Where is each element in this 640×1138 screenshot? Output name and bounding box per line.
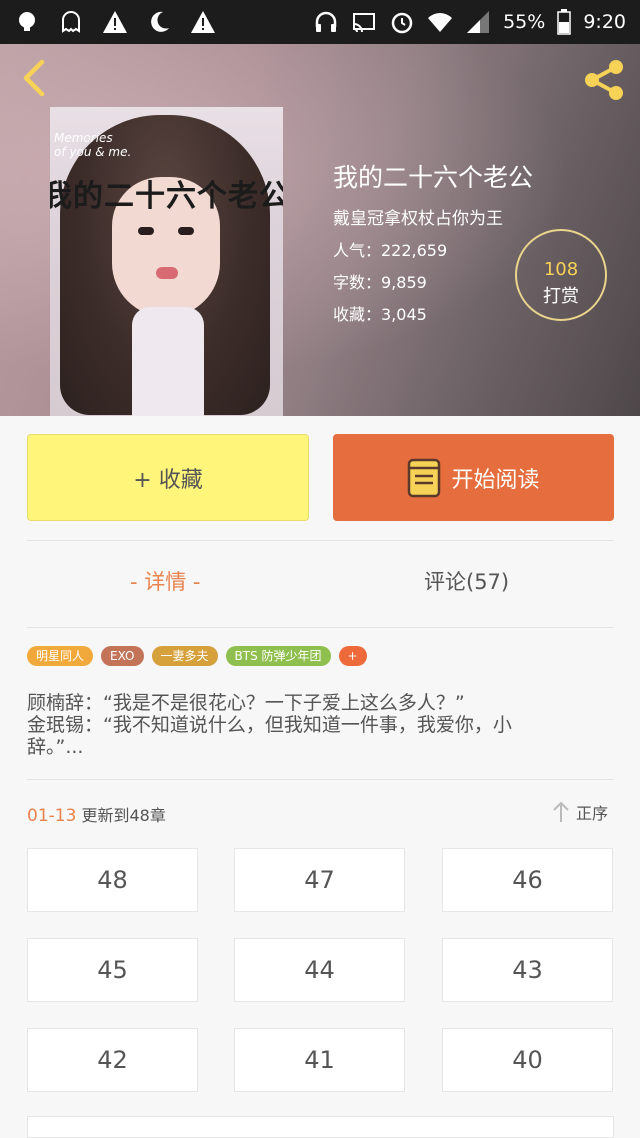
reward-button[interactable]: 108 打赏 <box>515 229 607 321</box>
reward-count: 108 <box>543 259 579 280</box>
chapter-button[interactable]: 44 <box>234 938 405 1002</box>
update-date: 01-13 <box>27 806 77 826</box>
chapter-button[interactable]: 45 <box>27 938 198 1002</box>
headphones-icon <box>315 11 337 32</box>
synopsis-line: 金珉锡：“我不知道说什么，但我知道一件事，我爱你，小 <box>27 714 512 736</box>
chapter-button[interactable]: 43 <box>442 938 613 1002</box>
add-to-favorites-button[interactable]: + 收藏 <box>27 434 309 521</box>
sort-order-label: 正序 <box>576 804 609 823</box>
signal-icon <box>467 11 490 33</box>
chapter-button[interactable]: 41 <box>234 1028 405 1092</box>
book-favorites: 收藏：3,045 <box>333 305 427 324</box>
battery-icon <box>557 9 572 35</box>
alarm-icon <box>391 12 413 34</box>
cover-title-text: 我的二十六个老公 <box>50 179 283 214</box>
tag-chip[interactable]: 一妻多夫 <box>151 646 218 666</box>
tag-chip[interactable]: BTS 防弹少年团 <box>225 646 331 666</box>
tag-chip[interactable]: 明星同人 <box>27 646 94 666</box>
update-info: 01-13 更新到48章 <box>27 802 166 826</box>
book-cover[interactable]: Memories of you & me. 我的二十六个老公 <box>50 107 283 416</box>
divider <box>27 627 614 628</box>
chapter-button[interactable]: 48 <box>27 848 198 912</box>
status-right: 55% 9:20 <box>313 9 626 35</box>
cast-icon <box>353 13 376 33</box>
moon-icon <box>151 11 169 32</box>
arrow-up-icon <box>553 801 569 822</box>
book-synopsis[interactable]: 顾楠辞：“我是不是很花心？一下子爱上这么多人？” 金珉锡：“我不知道说什么，但我… <box>27 692 587 758</box>
status-bar: 55% 9:20 <box>0 0 640 44</box>
book-author[interactable]: 戴皇冠拿权杖占你为王 <box>333 204 533 229</box>
tag-list: 明星同人 EXO 一妻多夫 BTS 防弹少年团 + <box>27 646 367 666</box>
tab-details[interactable]: - 详情 - <box>130 566 201 596</box>
synopsis-line: 顾楠辞：“我是不是很花心？一下子爱上这么多人？” <box>27 692 465 714</box>
book-title: 我的二十六个老公 <box>333 163 534 192</box>
book-popularity: 人气：222,659 <box>333 241 448 260</box>
divider <box>27 540 614 541</box>
warning-icon <box>191 11 215 33</box>
book-word-count: 字数：9,859 <box>333 273 427 292</box>
status-left-icons <box>14 9 216 35</box>
start-reading-button[interactable]: 开始阅读 <box>333 434 614 521</box>
chapter-button[interactable]: 47 <box>234 848 405 912</box>
tab-comments[interactable]: 评论(57) <box>424 566 509 596</box>
chapter-button[interactable]: 40 <box>442 1028 613 1092</box>
chapter-button[interactable]: 42 <box>27 1028 198 1092</box>
start-reading-label: 开始阅读 <box>451 467 540 493</box>
book-info: 我的二十六个老公 戴皇冠拿权杖占你为王 人气：222,659 字数：9,859 … <box>333 158 533 333</box>
sort-order-button[interactable]: 正序 <box>552 800 608 824</box>
chapter-row-partial <box>27 1116 614 1138</box>
update-text: 更新到48章 <box>81 806 166 825</box>
chevron-left-icon[interactable] <box>16 58 56 98</box>
tag-chip[interactable]: EXO <box>101 646 144 666</box>
wifi-icon <box>428 13 453 33</box>
cover-deco-text: Memories of you & me. <box>54 131 132 159</box>
chapter-button[interactable]: 46 <box>442 848 613 912</box>
clock: 9:20 <box>583 11 626 33</box>
share-icon[interactable] <box>580 56 628 104</box>
ghost-notification-icon <box>62 11 80 33</box>
synopsis-line: 辞。”... <box>27 736 84 758</box>
bulb-notification-icon <box>19 12 35 31</box>
book-icon <box>408 458 441 497</box>
warning-icon <box>103 11 127 33</box>
divider <box>27 779 614 780</box>
add-to-favorites-label: + 收藏 <box>133 467 203 493</box>
battery-percent: 55% <box>503 11 546 33</box>
reward-label: 打赏 <box>543 286 579 307</box>
book-header: Memories of you & me. 我的二十六个老公 我的二十六个老公 … <box>0 44 640 416</box>
add-tag-button[interactable]: + <box>338 646 367 666</box>
